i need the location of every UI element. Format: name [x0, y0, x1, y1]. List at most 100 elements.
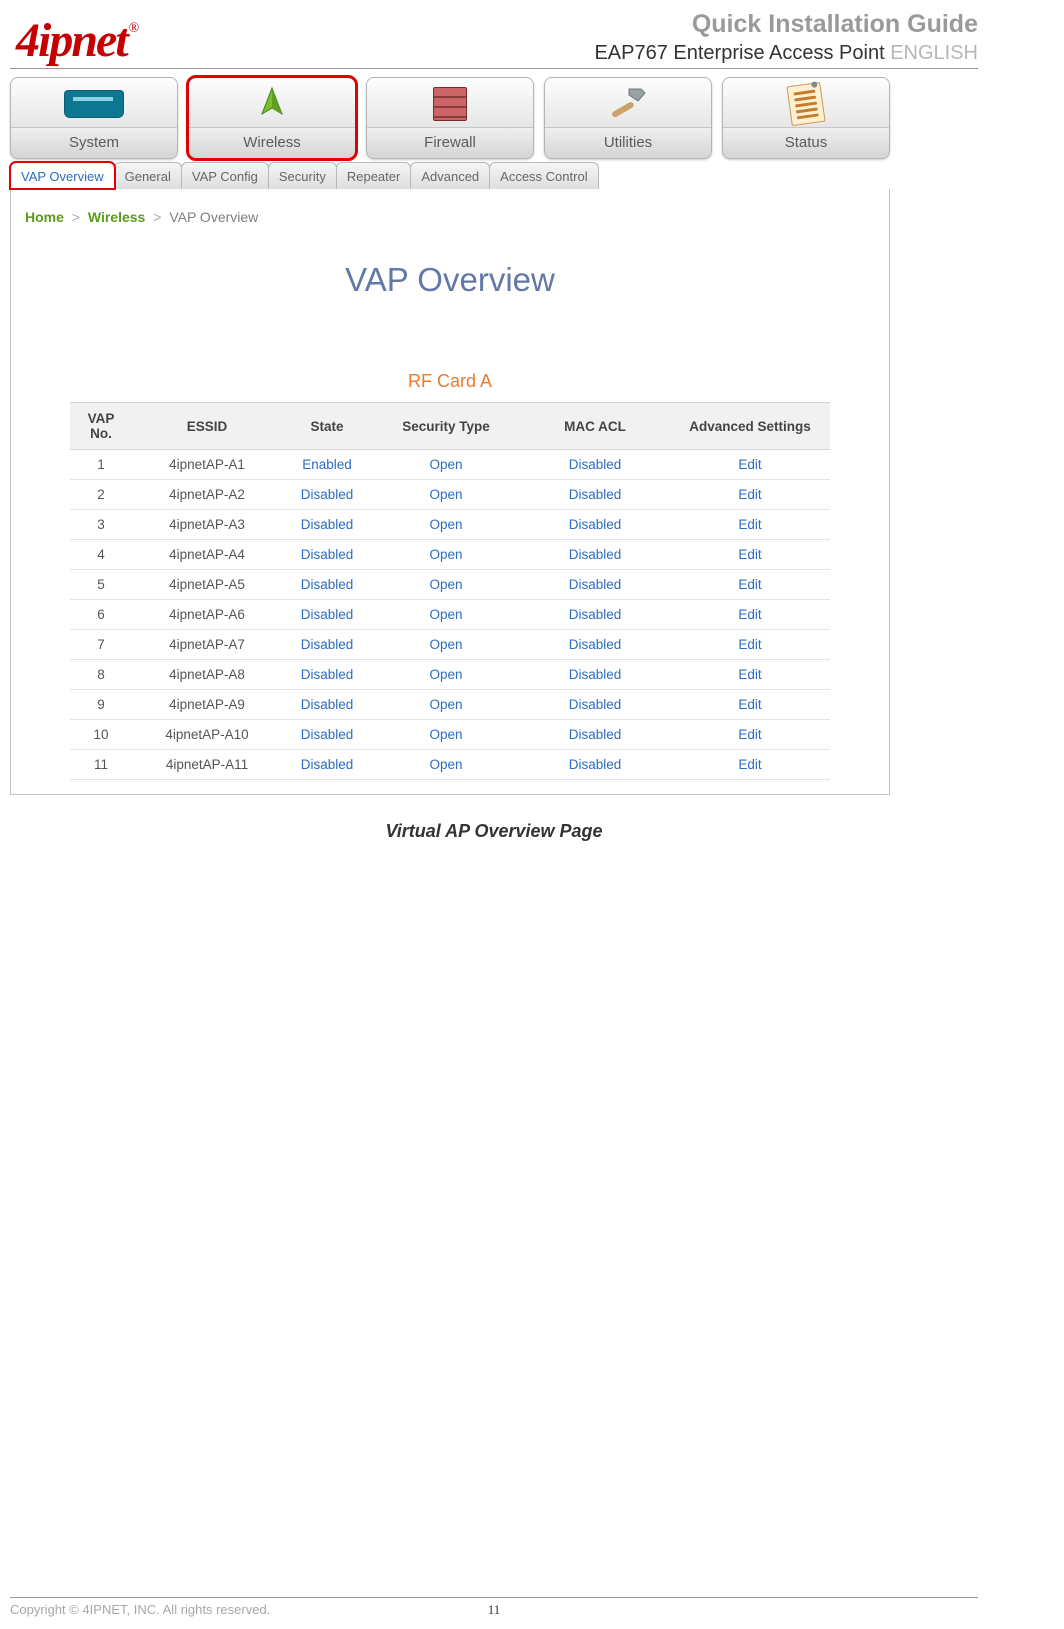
breadcrumb-home[interactable]: Home — [25, 209, 64, 225]
cell-vap-no: 4 — [70, 540, 132, 570]
cell-mac-acl: Disabled — [520, 570, 670, 600]
tab-wireless[interactable]: Wireless — [188, 77, 356, 159]
edit-link[interactable]: Edit — [738, 637, 761, 652]
mac-acl-link[interactable]: Disabled — [569, 727, 622, 742]
cell-state: Disabled — [282, 750, 372, 780]
state-link[interactable]: Disabled — [301, 637, 354, 652]
cell-state: Disabled — [282, 660, 372, 690]
copyright: Copyright © 4IPNET, INC. All rights rese… — [10, 1602, 270, 1617]
brand-reg: ® — [129, 21, 138, 36]
subtab-security[interactable]: Security — [268, 162, 337, 189]
table-header-row: VAP No. ESSID State Security Type MAC AC… — [70, 403, 830, 450]
edit-link[interactable]: Edit — [738, 757, 761, 772]
edit-link[interactable]: Edit — [738, 697, 761, 712]
cell-essid: 4ipnetAP-A5 — [132, 570, 282, 600]
state-link[interactable]: Disabled — [301, 607, 354, 622]
col-vap-no: VAP No. — [70, 403, 132, 450]
cell-mac-acl: Disabled — [520, 630, 670, 660]
security-link[interactable]: Open — [429, 547, 462, 562]
page-footer: Copyright © 4IPNET, INC. All rights rese… — [10, 1597, 978, 1617]
security-link[interactable]: Open — [429, 607, 462, 622]
security-link[interactable]: Open — [429, 727, 462, 742]
tab-firewall[interactable]: Firewall — [366, 77, 534, 159]
cell-security: Open — [372, 720, 520, 750]
cell-state: Disabled — [282, 600, 372, 630]
cell-essid: 4ipnetAP-A1 — [132, 450, 282, 480]
cell-advanced: Edit — [670, 630, 830, 660]
mac-acl-link[interactable]: Disabled — [569, 487, 622, 502]
cell-state: Disabled — [282, 690, 372, 720]
state-link[interactable]: Enabled — [302, 457, 352, 472]
subtab-vap-overview[interactable]: VAP Overview — [10, 162, 115, 189]
state-link[interactable]: Disabled — [301, 727, 354, 742]
table-row: 84ipnetAP-A8 Disabled Open Disabled Edit — [70, 660, 830, 690]
cell-vap-no: 5 — [70, 570, 132, 600]
mac-acl-link[interactable]: Disabled — [569, 697, 622, 712]
state-link[interactable]: Disabled — [301, 547, 354, 562]
cell-essid: 4ipnetAP-A8 — [132, 660, 282, 690]
subtab-repeater[interactable]: Repeater — [336, 162, 411, 189]
pane-title: VAP Overview — [25, 261, 875, 299]
cell-security: Open — [372, 630, 520, 660]
cell-mac-acl: Disabled — [520, 690, 670, 720]
edit-link[interactable]: Edit — [738, 577, 761, 592]
cell-mac-acl: Disabled — [520, 450, 670, 480]
state-link[interactable]: Disabled — [301, 757, 354, 772]
cell-vap-no: 8 — [70, 660, 132, 690]
security-link[interactable]: Open — [429, 667, 462, 682]
mac-acl-link[interactable]: Disabled — [569, 547, 622, 562]
edit-link[interactable]: Edit — [738, 457, 761, 472]
col-essid: ESSID — [132, 403, 282, 450]
mac-acl-link[interactable]: Disabled — [569, 637, 622, 652]
security-link[interactable]: Open — [429, 577, 462, 592]
cell-mac-acl: Disabled — [520, 750, 670, 780]
mac-acl-link[interactable]: Disabled — [569, 517, 622, 532]
security-link[interactable]: Open — [429, 757, 462, 772]
security-link[interactable]: Open — [429, 637, 462, 652]
security-link[interactable]: Open — [429, 517, 462, 532]
mac-acl-link[interactable]: Disabled — [569, 667, 622, 682]
state-link[interactable]: Disabled — [301, 577, 354, 592]
cell-essid: 4ipnetAP-A2 — [132, 480, 282, 510]
security-link[interactable]: Open — [429, 697, 462, 712]
cell-security: Open — [372, 750, 520, 780]
security-link[interactable]: Open — [429, 487, 462, 502]
rf-card-label: RF Card A — [25, 371, 875, 392]
subtab-advanced[interactable]: Advanced — [410, 162, 490, 189]
state-link[interactable]: Disabled — [301, 697, 354, 712]
cell-state: Disabled — [282, 570, 372, 600]
tab-status[interactable]: Status — [722, 77, 890, 159]
cell-advanced: Edit — [670, 720, 830, 750]
cell-essid: 4ipnetAP-A6 — [132, 600, 282, 630]
breadcrumb-sep2: > — [153, 209, 161, 225]
cell-security: Open — [372, 540, 520, 570]
edit-link[interactable]: Edit — [738, 547, 761, 562]
cell-advanced: Edit — [670, 750, 830, 780]
edit-link[interactable]: Edit — [738, 607, 761, 622]
security-link[interactable]: Open — [429, 457, 462, 472]
tab-utilities[interactable]: Utilities — [544, 77, 712, 159]
cell-advanced: Edit — [670, 450, 830, 480]
cell-security: Open — [372, 450, 520, 480]
tab-system[interactable]: System — [10, 77, 178, 159]
state-link[interactable]: Disabled — [301, 667, 354, 682]
subtab-access-control[interactable]: Access Control — [489, 162, 598, 189]
edit-link[interactable]: Edit — [738, 667, 761, 682]
mac-acl-link[interactable]: Disabled — [569, 457, 622, 472]
mac-acl-link[interactable]: Disabled — [569, 577, 622, 592]
cell-advanced: Edit — [670, 480, 830, 510]
subtab-general[interactable]: General — [114, 162, 182, 189]
cell-vap-no: 3 — [70, 510, 132, 540]
subtab-vap-config[interactable]: VAP Config — [181, 162, 269, 189]
cell-mac-acl: Disabled — [520, 720, 670, 750]
state-link[interactable]: Disabled — [301, 487, 354, 502]
mac-acl-link[interactable]: Disabled — [569, 757, 622, 772]
table-row: 44ipnetAP-A4DisabledOpenDisabledEdit — [70, 540, 830, 570]
state-link[interactable]: Disabled — [301, 517, 354, 532]
edit-link[interactable]: Edit — [738, 487, 761, 502]
breadcrumb-section[interactable]: Wireless — [88, 209, 145, 225]
mac-acl-link[interactable]: Disabled — [569, 607, 622, 622]
col-security: Security Type — [372, 403, 520, 450]
edit-link[interactable]: Edit — [738, 727, 761, 742]
edit-link[interactable]: Edit — [738, 517, 761, 532]
